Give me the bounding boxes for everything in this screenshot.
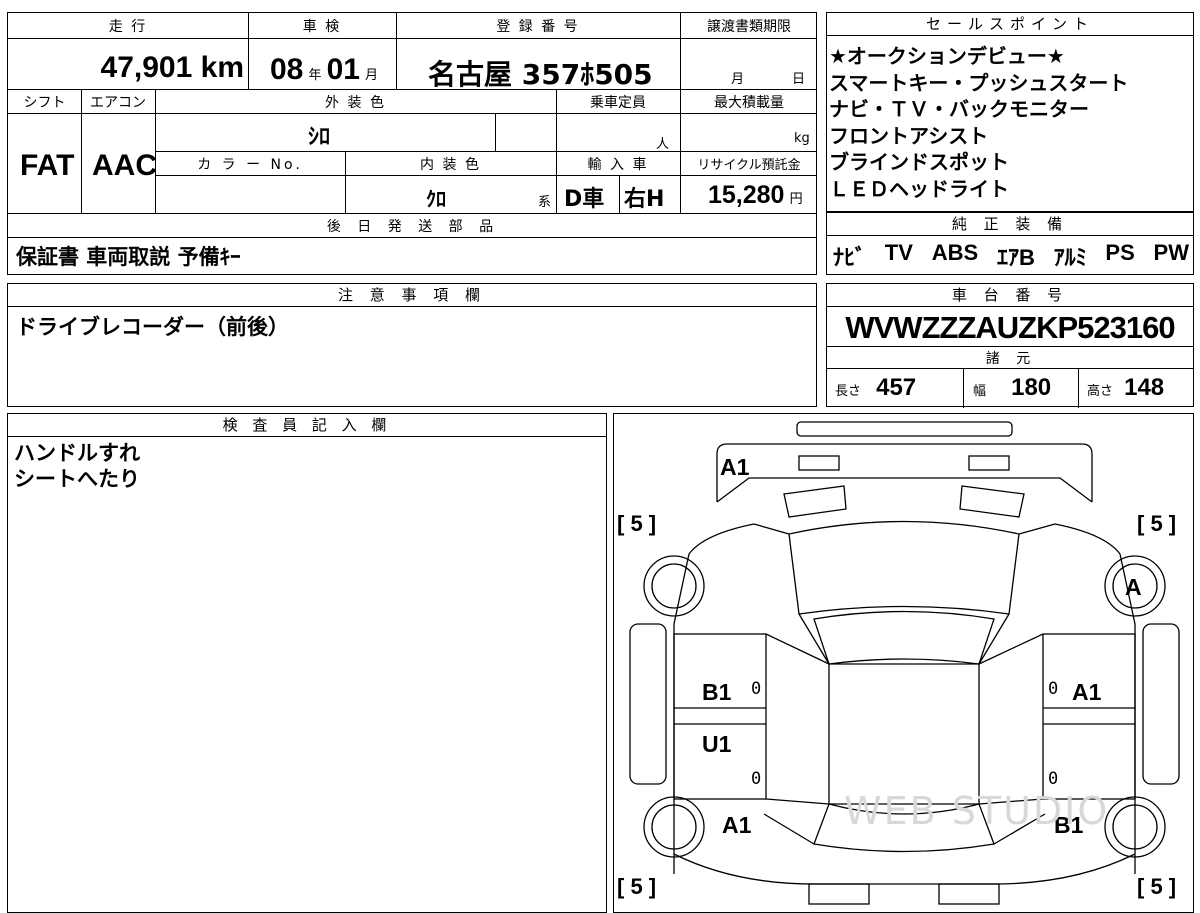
import-value-2: 右H [624, 187, 665, 212]
equipment-item: TV [884, 240, 913, 265]
inspection-month-unit: 月 [365, 68, 379, 83]
sales-points-label: セールスポイント [827, 13, 1193, 36]
tire-depth-front-right: [ 5 ] [1137, 511, 1177, 536]
inspector-box: 検 査 員 記 入 欄 ハンドルすれ シートへたり [7, 413, 607, 913]
equipment-item: ABS [931, 240, 979, 265]
mileage-value: 47,901 [100, 51, 193, 84]
tire-depth-rear-right: [ 5 ] [1137, 874, 1177, 899]
exterior-color-label: 外 装 色 [325, 95, 386, 111]
sales-points-list: ★オークションデビュー★ スマートキー・プッシュスタート ナビ・ＴＶ・バックモニ… [829, 43, 1128, 202]
capacity-label: 乗車定員 [590, 95, 646, 111]
damage-mark-front-right-fender: A1 [1072, 679, 1102, 705]
notes-value: ドライブレコーダー（前後） [16, 315, 289, 339]
length-value: 457 [876, 374, 917, 401]
transfer-deadline-label: 譲渡書類期限 [707, 19, 791, 35]
inspector-line: シートへたり [14, 467, 140, 491]
sales-point-item: スマートキー・プッシュスタート [829, 70, 1129, 95]
capacity-unit: 人 [656, 137, 670, 152]
damage-mark-front-bumper: A1 [720, 454, 750, 480]
equipment-item: ｱﾙﾐ [1053, 245, 1087, 270]
width-label: 幅 [973, 384, 987, 399]
interior-color-label: 内 装 色 [420, 157, 481, 173]
zero-mark: 0 [751, 769, 762, 789]
equipment-item: ﾅﾋﾞ [833, 245, 867, 270]
interior-color-value: ｸﾛ [426, 187, 446, 211]
height-value: 148 [1124, 374, 1165, 401]
vehicle-info-table: 走 行 車 検 登 録 番 号 譲渡書類期限 47,901 km 08 年 01… [7, 12, 817, 275]
watermark: WEB STUDIO [844, 789, 1110, 833]
plate-label: 登 録 番 号 [496, 19, 580, 35]
chassis-box: 車 台 番 号 WVWZZZAUZKP523160 諸 元 長さ 457 幅 1… [826, 283, 1194, 408]
notes-box: 注 意 事 項 欄 ドライブレコーダー（前後） [7, 283, 817, 407]
ac-value: AAC [92, 149, 157, 182]
equipment-list: ﾅﾋﾞ TV ABS ｴｱB ｱﾙﾐ PS PW [833, 240, 1189, 272]
inspection-year-unit: 年 [308, 68, 322, 83]
equipment-item: ｴｱB [996, 245, 1035, 270]
genuine-equipment-label: 純 正 装 備 [827, 213, 1193, 236]
ac-label: エアコン [90, 95, 146, 111]
import-value-1: D車 [564, 187, 605, 212]
damage-mark-front-right-wheel: A [1125, 574, 1142, 600]
inspection-month: 01 [326, 53, 360, 86]
max-load-label: 最大積載量 [714, 95, 784, 111]
inspection-year: 08 [270, 53, 304, 86]
genuine-equipment-box: 純 正 装 備 ﾅﾋﾞ TV ABS ｴｱB ｱﾙﾐ PS PW [826, 212, 1194, 275]
car-outline [629, 421, 1180, 905]
max-load-unit: kg [794, 131, 810, 146]
mileage-label: 走 行 [108, 19, 148, 35]
inspection-label: 車 検 [302, 19, 342, 35]
chassis-label: 車 台 番 号 [827, 284, 1193, 307]
plate-value: 名古屋 357ﾎ505 [428, 58, 653, 91]
recycle-value: 15,280 [708, 181, 785, 209]
notes-label: 注 意 事 項 欄 [8, 284, 816, 307]
inspector-label: 検 査 員 記 入 欄 [8, 414, 606, 437]
equipment-item: PS [1105, 240, 1135, 265]
width-value: 180 [1011, 374, 1052, 401]
length-label: 長さ [835, 384, 862, 399]
damage-mark-rear-left-door: U1 [702, 731, 732, 757]
damage-mark-front-left-fender: B1 [702, 679, 732, 705]
specs-label: 諸 元 [985, 351, 1037, 367]
shift-label: シフト [23, 95, 66, 111]
damage-diagram: A1 A B1 A1 U1 A1 B1 0 0 0 0 [ 5 ] [ 5 ] … [613, 413, 1194, 913]
zero-mark: 0 [1048, 769, 1059, 789]
recycle-label: リサイクル預託金 [697, 158, 801, 173]
sales-points-box: セールスポイント ★オークションデビュー★ スマートキー・プッシュスタート ナビ… [826, 12, 1194, 212]
sales-point-item: ブラインドスポット [829, 150, 1009, 174]
tire-depth-rear-left: [ 5 ] [617, 874, 657, 899]
transfer-day: 日 [792, 72, 806, 87]
tire-depth-front-left: [ 5 ] [617, 511, 657, 536]
import-label: 輸 入 車 [587, 157, 649, 173]
transfer-month: 月 [731, 72, 745, 87]
sales-point-item: ＬＥＤヘッドライト [829, 176, 1009, 201]
sales-point-item: ★オークションデビュー★ [829, 44, 1065, 68]
zero-mark: 0 [1048, 679, 1059, 699]
zero-mark: 0 [751, 679, 762, 699]
later-parts-value: 保証書 車両取説 予備ｷｰ [16, 245, 241, 269]
sales-point-item: フロントアシスト [829, 123, 989, 148]
inspector-line: ハンドルすれ [14, 441, 140, 465]
interior-suffix: 系 [538, 195, 552, 210]
recycle-unit: 円 [789, 192, 803, 207]
sales-point-item: ナビ・ＴＶ・バックモニター [829, 97, 1089, 121]
chassis-number: WVWZZZAUZKP523160 [845, 310, 1175, 345]
height-label: 高さ [1087, 384, 1114, 399]
exterior-color-value: ｼﾛ [308, 125, 331, 150]
later-parts-label: 後 日 発 送 部 品 [326, 219, 500, 235]
mileage-unit: km [200, 51, 244, 84]
damage-mark-rear-left-quarter: A1 [722, 812, 752, 838]
color-no-label: カ ラ ー No. [197, 157, 303, 173]
shift-value: FAT [20, 149, 75, 182]
equipment-item: PW [1153, 240, 1189, 265]
